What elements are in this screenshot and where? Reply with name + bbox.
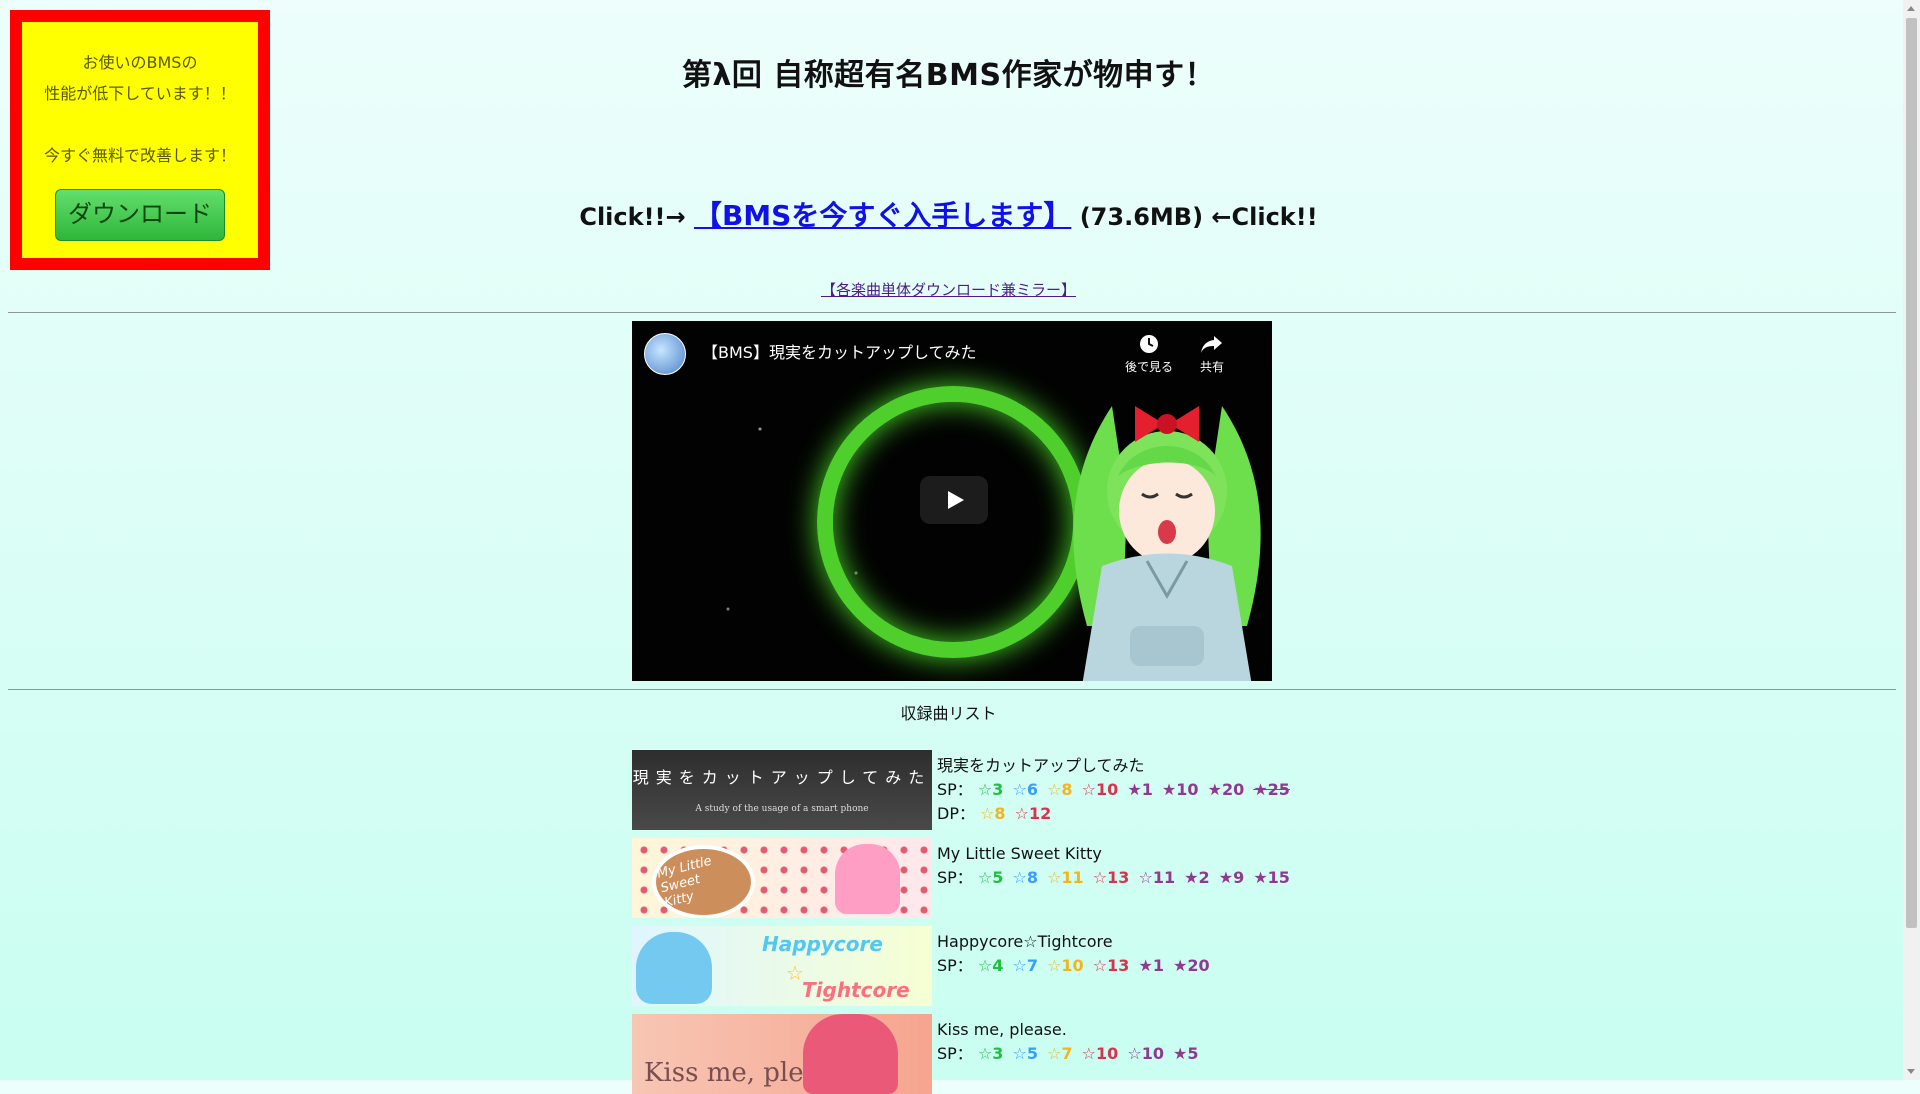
video-player[interactable]: 【BMS】現実をカットアップしてみた 後で見る 共有 xyxy=(632,321,1272,681)
clock-icon xyxy=(1140,335,1158,353)
sp-level-7: ★9 xyxy=(1218,868,1245,887)
sp-level-6: ★2 xyxy=(1184,868,1210,887)
sp-level-3: ☆10 xyxy=(1047,956,1084,975)
sp-level-5: ☆10 xyxy=(1127,1044,1164,1063)
sp-level-3: ☆7 xyxy=(1047,1044,1073,1063)
divider-top xyxy=(8,312,1896,313)
scroll-thumb[interactable] xyxy=(1906,18,1917,928)
sp-label: SP： xyxy=(937,780,973,799)
song-banner[interactable]: 現実をカットアップしてみた A study of the usage of a … xyxy=(632,750,932,830)
download-size: (73.6MB) xyxy=(1079,203,1204,231)
share-icon xyxy=(1201,336,1222,353)
sp-label: SP： xyxy=(937,1044,973,1063)
song-title: My Little Sweet Kitty xyxy=(937,844,1102,863)
sp-label: SP： xyxy=(937,956,973,975)
sp-levels: SP： ☆3 ☆5 ☆7 ☆10 ☆10 ★5 xyxy=(937,1042,1203,1066)
song-banner[interactable]: Happycore Tightcore ☆ xyxy=(632,926,932,1006)
watch-later-label: 後で見る xyxy=(1124,360,1173,374)
sp-level-2: ☆5 xyxy=(1012,1044,1038,1063)
video-title[interactable]: 【BMS】現実をカットアップしてみた xyxy=(702,339,976,363)
sp-level-8: ★15 xyxy=(1253,868,1290,887)
song-info: Kiss me, please. SP： ☆3 ☆5 ☆7 ☆10 ☆10 ★5 xyxy=(937,1018,1203,1066)
sp-level-6: ★5 xyxy=(1173,1044,1199,1063)
sp-level-7: ★20 xyxy=(1207,780,1245,799)
vertical-scrollbar[interactable] xyxy=(1903,0,1920,1080)
song-banner[interactable]: My Little Sweet Kitty xyxy=(632,838,932,918)
dp-levels: DP： ☆8 ☆12 xyxy=(937,802,1294,826)
download-line: Click!!→ 【BMSを今すぐ入手します】 (73.6MB) ←Click!… xyxy=(0,194,1897,234)
sp-level-4: ☆10 xyxy=(1081,780,1119,799)
banner-title: 現実をカットアップしてみた xyxy=(632,768,932,787)
sp-level-2: ☆8 xyxy=(1012,868,1038,887)
anime-girl-illustration xyxy=(1073,406,1261,681)
sp-level-1: ☆3 xyxy=(977,1044,1004,1063)
song-title: Kiss me, please. xyxy=(937,1020,1067,1039)
mirror-line: 【各楽曲単体ダウンロード兼ミラー】 xyxy=(0,279,1897,300)
banner-subtitle: A study of the usage of a smart phone xyxy=(695,804,869,814)
dp-level-1: ☆8 xyxy=(980,804,1006,823)
sp-level-5: ☆11 xyxy=(1138,868,1176,887)
sp-level-4: ☆13 xyxy=(1092,868,1130,887)
watch-later-control[interactable]: 後で見る xyxy=(1119,333,1179,375)
sp-level-6: ★20 xyxy=(1173,956,1210,975)
sp-level-5: ★1 xyxy=(1138,956,1164,975)
song-info: 現実をカットアップしてみた SP： ☆3 ☆6 ☆8 ☆10 ★1 ★10 ★2… xyxy=(937,754,1294,826)
sp-level-2: ☆7 xyxy=(1012,956,1038,975)
scroll-up-icon[interactable] xyxy=(1907,6,1915,11)
click-prefix: Click!!→ xyxy=(579,203,686,231)
mirror-link[interactable]: 【各楽曲単体ダウンロード兼ミラー】 xyxy=(821,281,1076,299)
song-banner[interactable]: Kiss me, please xyxy=(632,1014,932,1094)
sp-level-1: ☆4 xyxy=(977,956,1004,975)
sp-level-4: ☆10 xyxy=(1081,1044,1119,1063)
sp-levels: SP： ☆3 ☆6 ☆8 ☆10 ★1 ★10 ★20 ★25 xyxy=(937,778,1294,802)
share-control[interactable]: 共有 xyxy=(1182,333,1242,375)
sp-level-5: ★1 xyxy=(1127,780,1153,799)
ad-line-3: 今すぐ無料で改善します！ xyxy=(43,146,236,165)
sp-level-1: ☆3 xyxy=(977,780,1004,799)
star-icon: ☆ xyxy=(786,961,804,985)
sp-label: SP： xyxy=(937,868,973,887)
sp-level-1: ☆5 xyxy=(977,868,1004,887)
dp-level-2: ☆12 xyxy=(1014,804,1052,823)
song-info: My Little Sweet Kitty SP： ☆5 ☆8 ☆11 ☆13 … xyxy=(937,842,1294,890)
song-info: Happycore☆Tightcore SP： ☆4 ☆7 ☆10 ☆13 ★1… xyxy=(937,930,1214,978)
page-title: 第λ回 自称超有名BMS作家が物申す！ xyxy=(681,58,1216,93)
dp-label: DP： xyxy=(937,804,975,823)
play-button[interactable] xyxy=(920,476,988,524)
play-icon xyxy=(948,491,964,509)
sp-levels: SP： ☆4 ☆7 ☆10 ☆13 ★1 ★20 xyxy=(937,954,1214,978)
sp-level-6: ★10 xyxy=(1161,780,1199,799)
banner-title-1: Happycore xyxy=(762,932,883,956)
song-title: 現実をカットアップしてみた xyxy=(937,756,1145,775)
click-suffix: ←Click!! xyxy=(1211,203,1318,231)
song-list-heading: 収録曲リスト xyxy=(900,704,997,723)
share-label: 共有 xyxy=(1199,360,1224,374)
song-title: Happycore☆Tightcore xyxy=(937,932,1113,951)
sp-level-8: ★25 xyxy=(1253,780,1290,799)
sp-level-4: ☆13 xyxy=(1092,956,1130,975)
sp-level-3: ☆8 xyxy=(1047,780,1073,799)
divider-middle xyxy=(8,689,1896,690)
sp-level-2: ☆6 xyxy=(1012,780,1038,799)
scroll-down-icon[interactable] xyxy=(1907,1069,1915,1074)
sp-level-3: ☆11 xyxy=(1047,868,1084,887)
sp-levels: SP： ☆5 ☆8 ☆11 ☆13 ☆11 ★2 ★9 ★15 xyxy=(937,866,1294,890)
download-link[interactable]: 【BMSを今すぐ入手します】 xyxy=(694,199,1071,232)
banner-title-2: Tightcore xyxy=(802,978,910,1002)
channel-avatar[interactable] xyxy=(644,333,686,375)
